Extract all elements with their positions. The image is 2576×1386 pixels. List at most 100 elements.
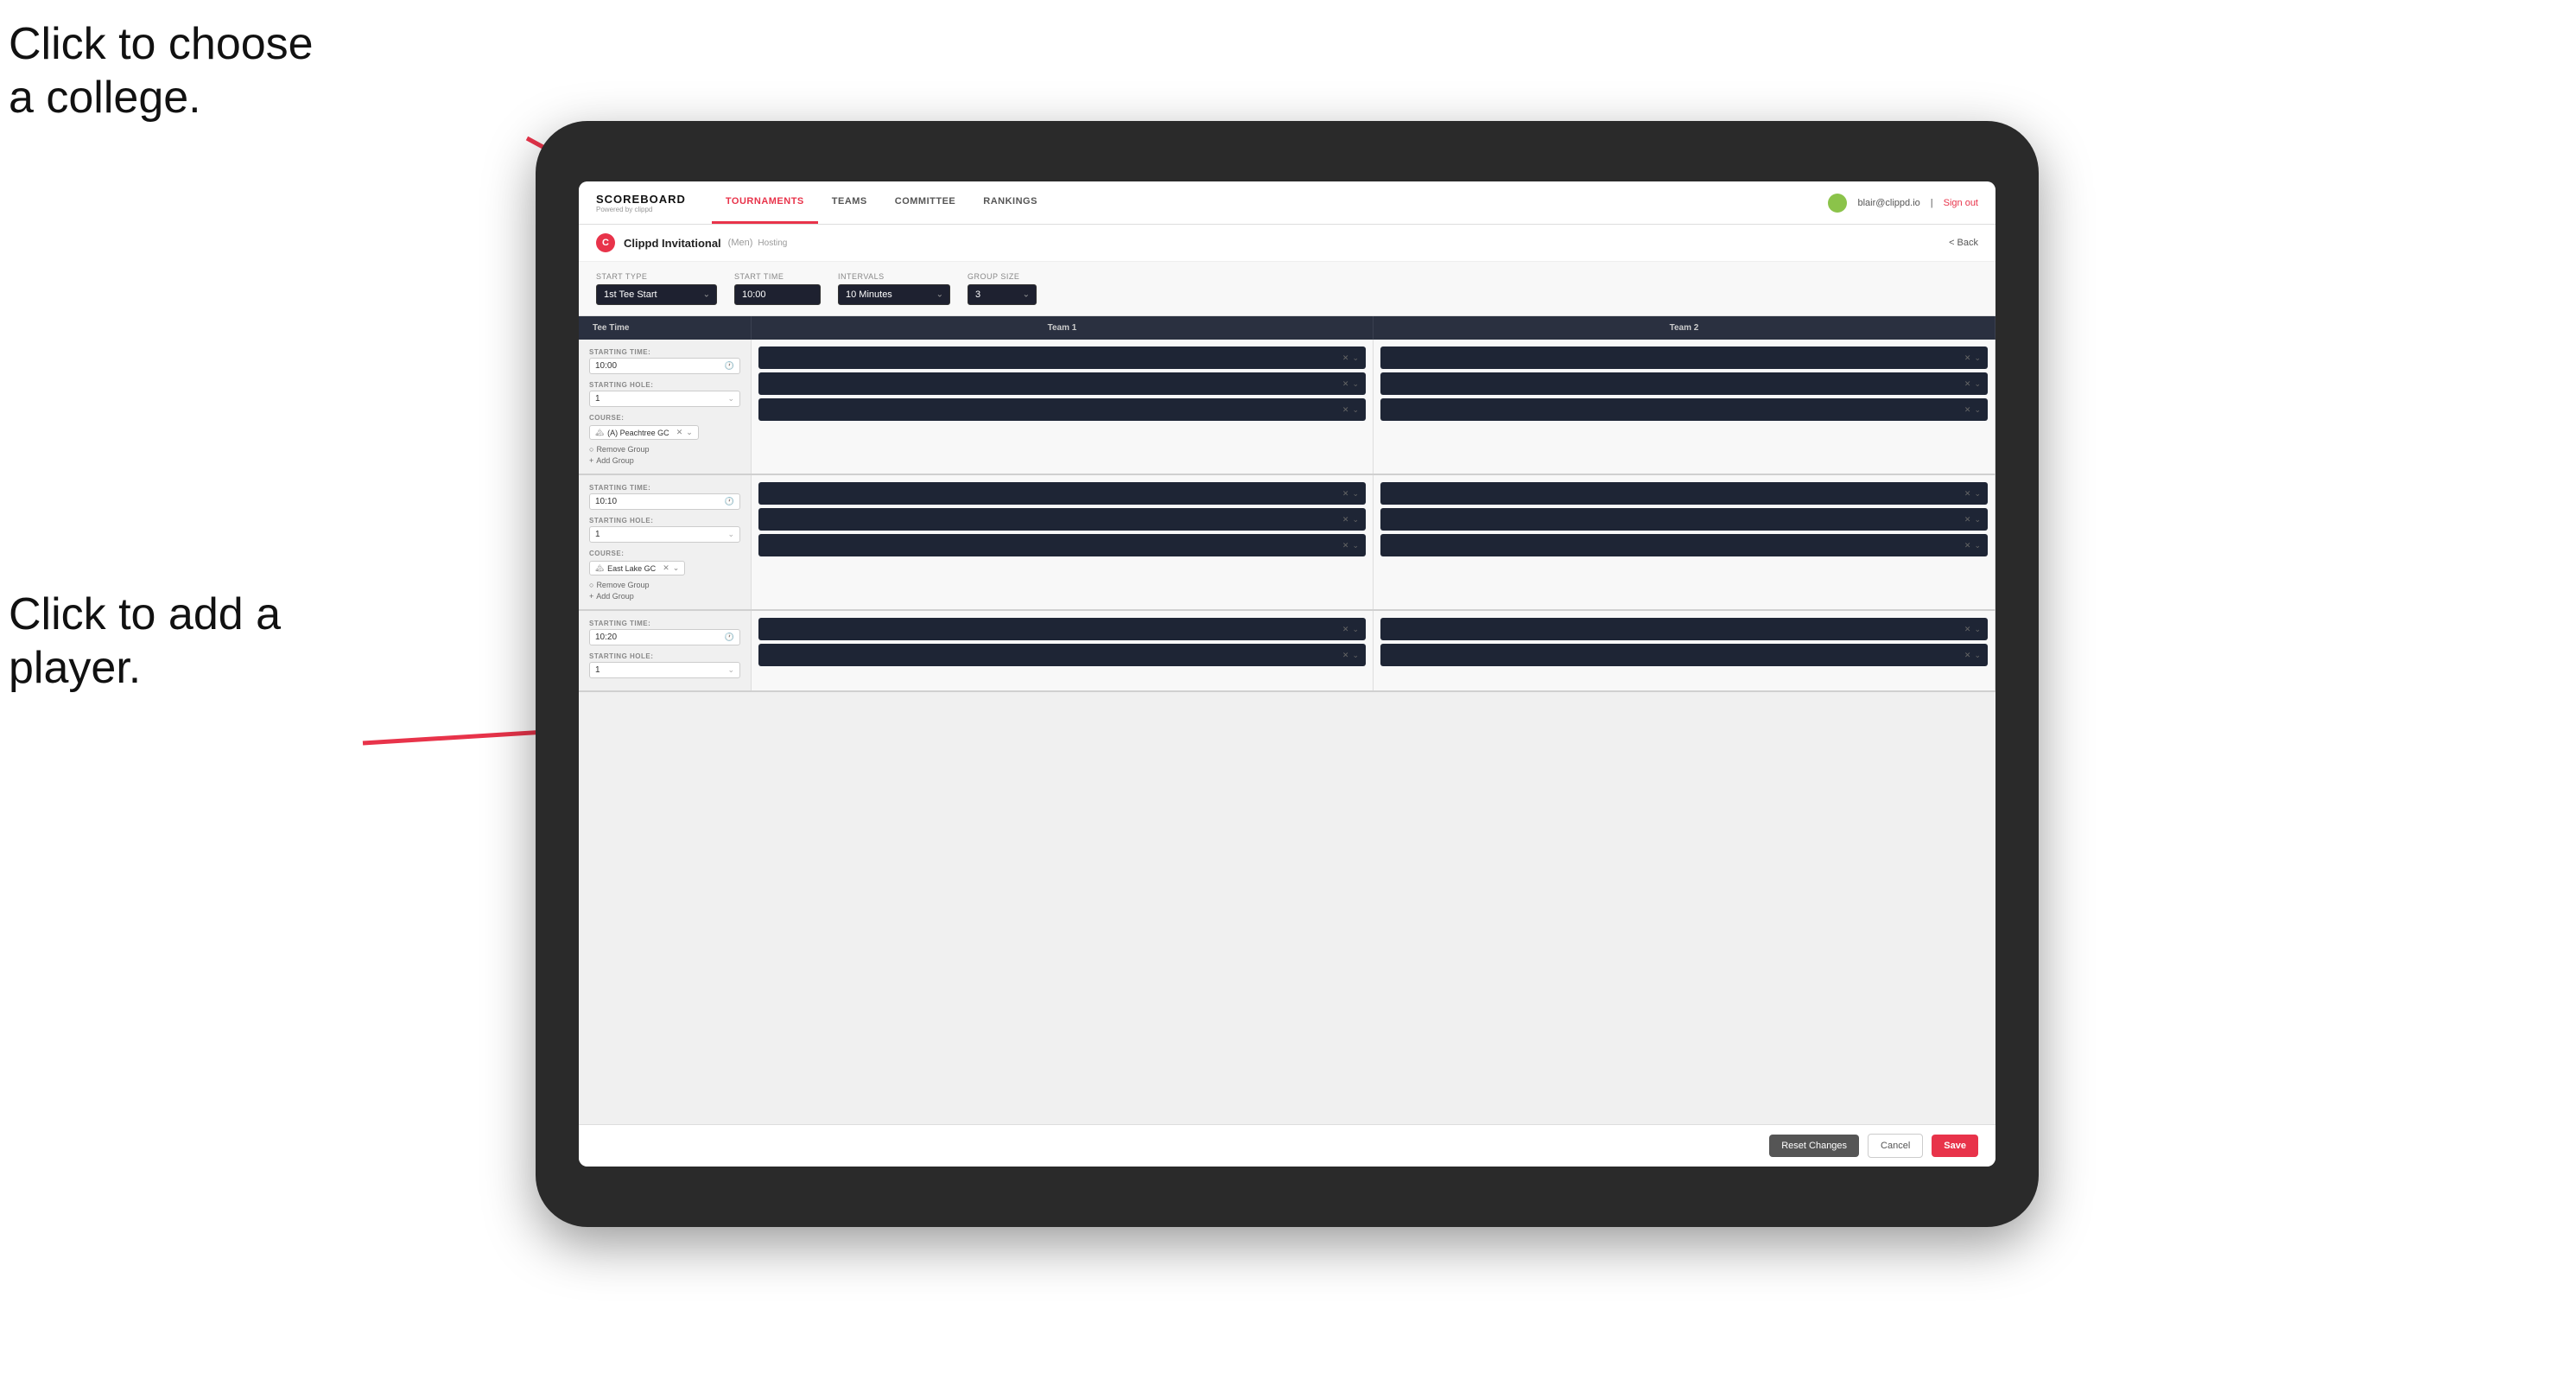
start-time-input[interactable] [734,284,821,305]
slot-x-btn[interactable]: ✕ [1342,353,1349,363]
player-slot[interactable]: ✕ ⌄ [758,346,1366,369]
course-tag-1[interactable]: 🏔 (A) Peachtree GC ✕ ⌄ [589,425,699,440]
starting-time-input-2[interactable]: 10:10 🕐 [589,493,740,510]
sign-out-link[interactable]: Sign out [1944,198,1978,208]
starting-time-input-3[interactable]: 10:20 🕐 [589,629,740,645]
slot-chevron-btn[interactable]: ⌄ [1352,489,1359,499]
start-type-wrapper[interactable]: 1st Tee Start Shotgun Start [596,284,717,305]
slot-x-btn[interactable]: ✕ [1342,405,1349,415]
group-size-wrapper[interactable]: 3 4 2 [968,284,1037,305]
reset-button[interactable]: Reset Changes [1769,1135,1859,1157]
player-slot[interactable]: ✕ ⌄ [758,508,1366,531]
controls-bar: Start Type 1st Tee Start Shotgun Start S… [579,262,1995,316]
starting-hole-select-1[interactable]: 1 ⌄ [589,391,740,407]
slot-x-btn[interactable]: ✕ [1964,625,1971,634]
slot-chevron-btn[interactable]: ⌄ [1974,515,1981,525]
slot-chevron-btn[interactable]: ⌄ [1974,405,1981,415]
slot-x-btn[interactable]: ✕ [1342,515,1349,525]
starting-hole-select-3[interactable]: 1 ⌄ [589,662,740,678]
table-row: STARTING TIME: 10:20 🕐 STARTING HOLE: 1 … [579,611,1995,692]
slot-x-btn[interactable]: ✕ [1342,379,1349,389]
slot-x-btn[interactable]: ✕ [1964,353,1971,363]
brand: SCOREBOARD Powered by clippd [596,193,686,213]
slot-chevron-btn[interactable]: ⌄ [1352,405,1359,415]
bottom-bar: Reset Changes Cancel Save [579,1124,1995,1167]
player-slot-controls: ✕ ⌄ [1342,353,1359,363]
player-slot[interactable]: ✕ ⌄ [1380,346,1988,369]
nav-tab-tournaments[interactable]: TOURNAMENTS [712,181,818,224]
group-size-select[interactable]: 3 4 2 [968,284,1037,305]
add-group-btn-2[interactable]: +Add Group [589,592,740,601]
nav-tab-rankings[interactable]: RANKINGS [969,181,1051,224]
intervals-select[interactable]: 10 Minutes 8 Minutes 12 Minutes [838,284,950,305]
slot-chevron-btn[interactable]: ⌄ [1352,541,1359,550]
slot-x-btn[interactable]: ✕ [1342,541,1349,550]
starting-time-input-1[interactable]: 10:00 🕐 [589,358,740,374]
nav-right: blair@clippd.io | Sign out [1828,194,1978,213]
brand-title: SCOREBOARD [596,193,686,206]
slot-chevron-btn[interactable]: ⌄ [1974,353,1981,363]
slot-x-btn[interactable]: ✕ [1964,541,1971,550]
back-button[interactable]: < Back [1949,238,1978,248]
course-actions-1: ○Remove Group +Add Group [589,445,740,465]
player-slot[interactable]: ✕ ⌄ [758,398,1366,421]
slot-chevron-btn[interactable]: ⌄ [1352,379,1359,389]
player-slot[interactable]: ✕ ⌄ [1380,372,1988,395]
slot-chevron-btn[interactable]: ⌄ [1974,379,1981,389]
save-button[interactable]: Save [1932,1135,1978,1157]
nav-tabs: TOURNAMENTS TEAMS COMMITTEE RANKINGS [712,181,1051,224]
player-slot-controls: ✕ ⌄ [1964,489,1981,499]
cancel-button[interactable]: Cancel [1868,1134,1923,1158]
nav-bar: SCOREBOARD Powered by clippd TOURNAMENTS… [579,181,1995,225]
slot-x-btn[interactable]: ✕ [1342,489,1349,499]
intervals-wrapper[interactable]: 10 Minutes 8 Minutes 12 Minutes [838,284,950,305]
slot-chevron-btn[interactable]: ⌄ [1974,625,1981,634]
slot-x-btn[interactable]: ✕ [1964,651,1971,660]
starting-hole-select-2[interactable]: 1 ⌄ [589,526,740,543]
slot-chevron-btn[interactable]: ⌄ [1352,353,1359,363]
slot-x-btn[interactable]: ✕ [1342,651,1349,660]
player-slot[interactable]: ✕ ⌄ [1380,398,1988,421]
player-slot[interactable]: ✕ ⌄ [1380,618,1988,640]
remove-group-btn-1[interactable]: ○Remove Group [589,445,740,454]
starting-hole-label-3: STARTING HOLE: [589,652,740,660]
slot-x-btn[interactable]: ✕ [1964,489,1971,499]
nav-tab-teams[interactable]: TEAMS [818,181,881,224]
slot-chevron-btn[interactable]: ⌄ [1974,541,1981,550]
nav-tab-committee[interactable]: COMMITTEE [881,181,970,224]
slot-chevron-btn[interactable]: ⌄ [1352,515,1359,525]
player-slot[interactable]: ✕ ⌄ [1380,644,1988,666]
course-section-1: 🏔 (A) Peachtree GC ✕ ⌄ [589,425,740,440]
add-group-btn-1[interactable]: +Add Group [589,456,740,465]
slot-chevron-btn[interactable]: ⌄ [1974,651,1981,660]
main-content: Tee Time Team 1 Team 2 STARTING TIME: 10… [579,316,1995,1167]
course-tag-2[interactable]: 🏔 East Lake GC ✕ ⌄ [589,561,685,575]
slot-chevron-btn[interactable]: ⌄ [1352,625,1359,634]
tee-info-col-2: STARTING TIME: 10:10 🕐 STARTING HOLE: 1 … [579,475,752,609]
avatar [1828,194,1847,213]
slot-chevron-btn[interactable]: ⌄ [1974,489,1981,499]
page-gender: (Men) [728,238,753,248]
player-slot[interactable]: ✕ ⌄ [758,618,1366,640]
separator: | [1931,198,1933,208]
player-slot[interactable]: ✕ ⌄ [758,644,1366,666]
slot-x-btn[interactable]: ✕ [1964,515,1971,525]
slot-x-btn[interactable]: ✕ [1964,405,1971,415]
group-size-group: Group Size 3 4 2 [968,272,1037,305]
player-slot[interactable]: ✕ ⌄ [758,482,1366,505]
slot-x-btn[interactable]: ✕ [1964,379,1971,389]
remove-group-btn-2[interactable]: ○Remove Group [589,581,740,589]
player-slot[interactable]: ✕ ⌄ [1380,508,1988,531]
player-slot[interactable]: ✕ ⌄ [1380,534,1988,556]
start-type-select[interactable]: 1st Tee Start Shotgun Start [596,284,717,305]
player-slot[interactable]: ✕ ⌄ [758,534,1366,556]
starting-time-label-1: STARTING TIME: [589,348,740,356]
slot-x-btn[interactable]: ✕ [1342,625,1349,634]
header-tee-time: Tee Time [579,316,752,340]
starting-hole-label-1: STARTING HOLE: [589,381,740,389]
player-slot[interactable]: ✕ ⌄ [1380,482,1988,505]
player-slot-controls: ✕ ⌄ [1964,625,1981,634]
slot-chevron-btn[interactable]: ⌄ [1352,651,1359,660]
team2-col-2: ✕ ⌄ ✕ ⌄ ✕ [1374,475,1995,609]
player-slot[interactable]: ✕ ⌄ [758,372,1366,395]
